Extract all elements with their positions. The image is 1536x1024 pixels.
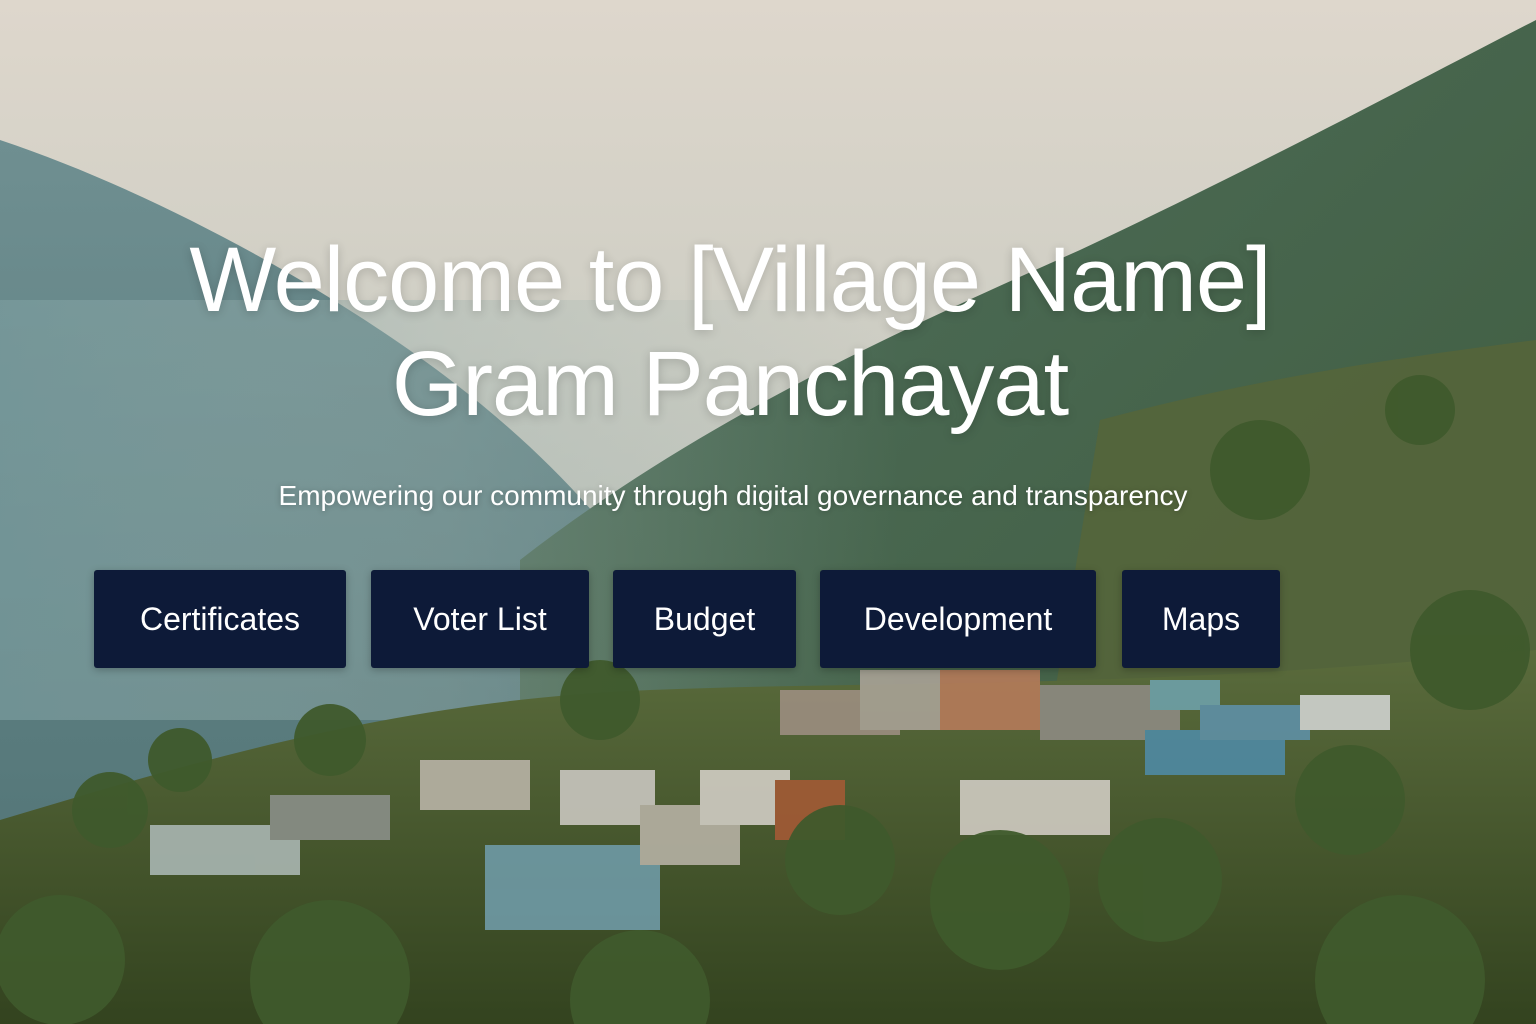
hero-tagline: Empowering our community through digital… xyxy=(278,480,1188,511)
maps-button[interactable]: Maps xyxy=(1122,570,1280,668)
hero-title: Welcome to [Village Name] Gram Panchayat xyxy=(0,228,1460,436)
development-button[interactable]: Development xyxy=(820,570,1096,668)
certificates-button[interactable]: Certificates xyxy=(94,570,346,668)
hero-title-line2: Gram Panchayat xyxy=(391,333,1069,435)
budget-button[interactable]: Budget xyxy=(613,570,796,668)
hero-title-line1: Welcome to [Village Name] xyxy=(189,229,1271,331)
voter-list-button[interactable]: Voter List xyxy=(371,570,589,668)
quick-links-nav: Certificates Voter List Budget Developme… xyxy=(0,570,1536,668)
hero-section: Welcome to [Village Name] Gram Panchayat… xyxy=(0,0,1536,1024)
